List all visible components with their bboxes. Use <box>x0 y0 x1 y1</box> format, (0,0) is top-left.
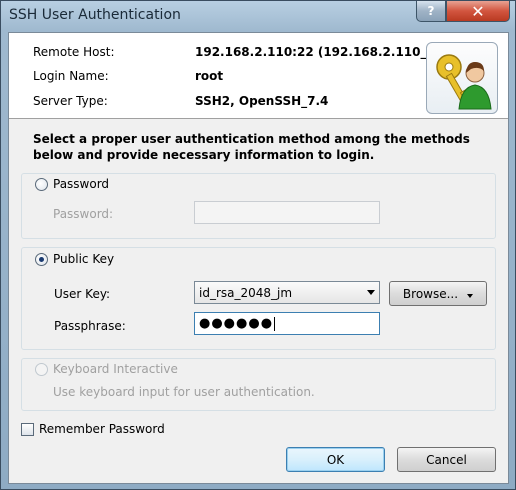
server-type-value: SSH2, OpenSSH_7.4 <box>195 94 329 108</box>
keyboard-interactive-radio[interactable] <box>35 363 48 376</box>
ok-button[interactable]: OK <box>286 447 385 472</box>
window-title: SSH User Authentication <box>9 7 181 23</box>
dialog-body: Remote Host: 192.168.2.110:22 (192.168.2… <box>8 32 509 484</box>
browse-button-label: Browse... <box>402 286 459 301</box>
radio-selected-dot <box>39 257 44 262</box>
info-divider <box>9 118 508 119</box>
user-key-dropdown[interactable]: id_rsa_2048_jm <box>194 281 380 304</box>
close-button[interactable]: ✕ <box>446 1 510 22</box>
passphrase-masked-text: ●●●●●● <box>199 316 274 331</box>
text-caret <box>274 316 276 331</box>
keyboard-interactive-label[interactable]: Keyboard Interactive <box>53 362 178 376</box>
connection-info-panel: Remote Host: 192.168.2.110:22 (192.168.2… <box>9 33 508 118</box>
password-radio[interactable] <box>35 178 48 191</box>
public-key-radio-label[interactable]: Public Key <box>53 252 114 266</box>
passphrase-value: ●●●●●● <box>199 316 276 331</box>
user-key-value: id_rsa_2048_jm <box>199 286 293 300</box>
browse-button[interactable]: Browse... <box>389 281 487 306</box>
ssh-auth-window: SSH User Authentication ? ✕ Remote Host:… <box>0 0 516 490</box>
keyboard-interactive-group: Keyboard Interactive Use keyboard input … <box>21 358 496 411</box>
remote-host-value: 192.168.2.110:22 (192.168.2.110_p <box>195 45 429 59</box>
user-key-label: User Key: <box>54 287 111 301</box>
help-button[interactable]: ? <box>416 1 446 22</box>
login-name-value: root <box>195 69 224 83</box>
password-group: Password Password: <box>21 173 496 239</box>
login-name-label: Login Name: <box>33 69 109 83</box>
password-radio-label[interactable]: Password <box>53 177 109 191</box>
key-person-icon <box>426 42 498 114</box>
public-key-radio[interactable] <box>35 253 48 266</box>
remember-password-label[interactable]: Remember Password <box>39 422 165 436</box>
server-type-label: Server Type: <box>33 94 108 108</box>
title-bar[interactable]: SSH User Authentication ? ✕ <box>1 1 515 31</box>
instructions-text: Select a proper user authentication meth… <box>33 132 470 162</box>
public-key-group: Public Key User Key: id_rsa_2048_jm Brow… <box>21 247 496 350</box>
password-input[interactable] <box>194 201 380 224</box>
chevron-down-icon <box>367 290 375 295</box>
remote-host-label: Remote Host: <box>33 45 115 59</box>
passphrase-label: Passphrase: <box>54 319 126 333</box>
chevron-down-icon <box>467 293 474 298</box>
remember-password-checkbox[interactable] <box>21 423 34 436</box>
cancel-button[interactable]: Cancel <box>397 447 496 472</box>
keyboard-interactive-hint: Use keyboard input for user authenticati… <box>53 385 315 399</box>
passphrase-input[interactable]: ●●●●●● <box>194 312 380 335</box>
password-field-label: Password: <box>53 207 114 221</box>
